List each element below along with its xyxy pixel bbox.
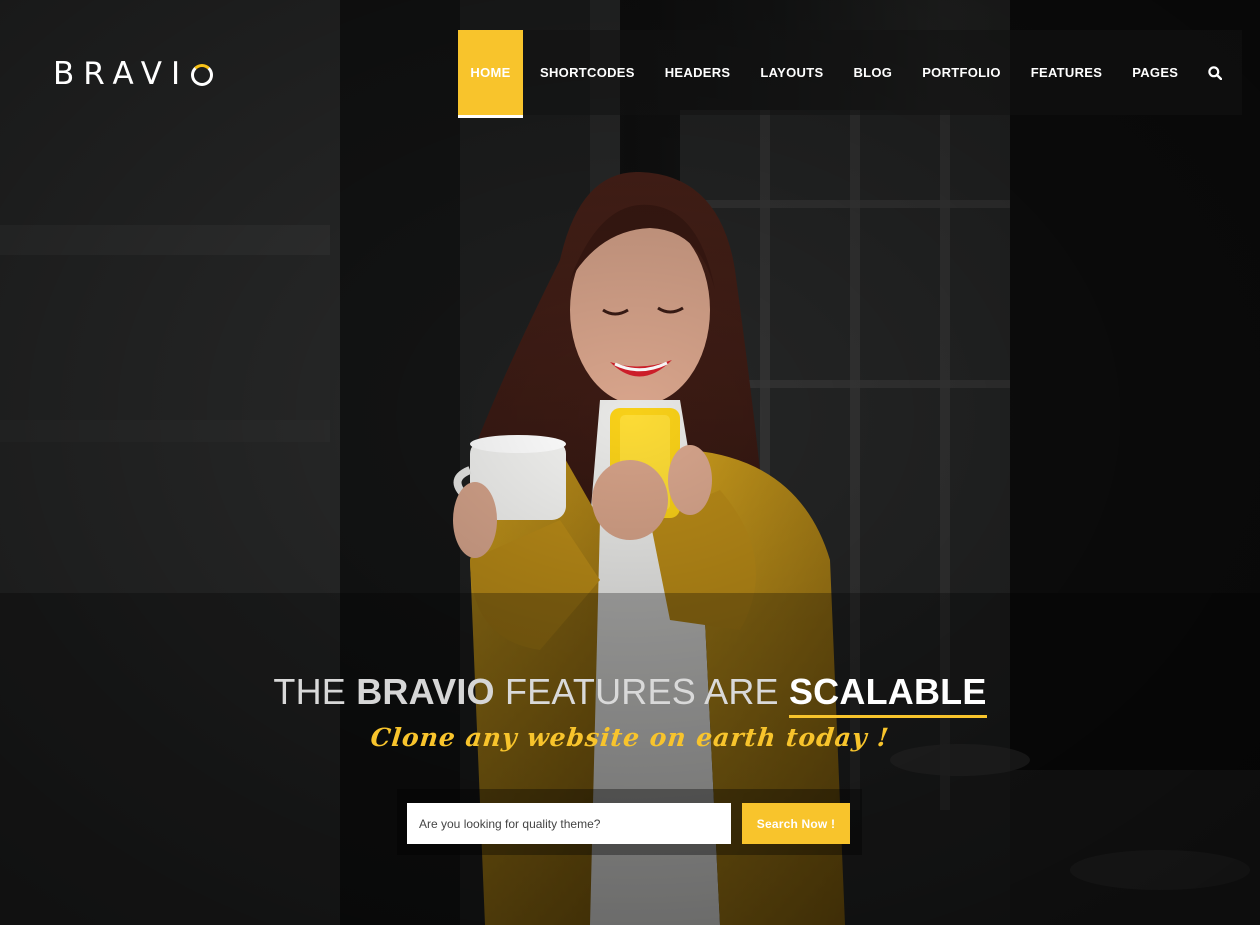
nav-item-layouts[interactable]: LAYOUTS <box>745 30 838 115</box>
hero-overlay-band <box>0 593 1260 925</box>
headline-part-3: FEATURES ARE <box>494 671 789 712</box>
logo-ring-icon <box>191 64 214 86</box>
search-now-button[interactable]: Search Now ! <box>742 803 850 844</box>
hero-headline: THE BRAVIO FEATURES ARE SCALABLE <box>0 670 1260 718</box>
brand-logo[interactable]: BRAVI <box>53 56 214 92</box>
nav-item-pages[interactable]: PAGES <box>1117 30 1193 115</box>
nav-item-blog[interactable]: BLOG <box>838 30 907 115</box>
brand-name: BRAVI <box>53 56 190 92</box>
nav-item-home[interactable]: HOME <box>458 30 523 118</box>
hero-tagline: Clone any website on earth today ! <box>369 723 891 752</box>
nav-item-portfolio[interactable]: PORTFOLIO <box>907 30 1016 115</box>
headline-highlight: SCALABLE <box>788 671 987 718</box>
nav-item-features[interactable]: FEATURES <box>1016 30 1118 115</box>
nav-item-shortcodes[interactable]: SHORTCODES <box>523 30 650 115</box>
headline-part-1: THE <box>273 671 357 712</box>
hero-search-form: Search Now ! <box>397 789 862 855</box>
nav-search-button[interactable] <box>1193 30 1223 115</box>
nav-item-headers[interactable]: HEADERS <box>650 30 746 115</box>
headline-brand: BRAVIO <box>356 671 495 712</box>
search-icon <box>1208 65 1223 80</box>
theme-search-input[interactable] <box>407 803 731 844</box>
main-nav: HOME SHORTCODES HEADERS LAYOUTS BLOG POR… <box>458 30 1243 118</box>
